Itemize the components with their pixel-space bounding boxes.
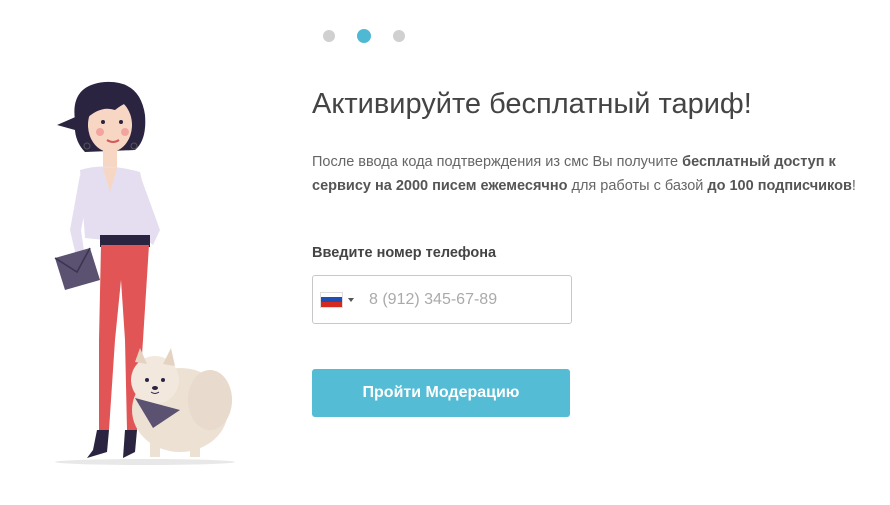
description-part-2: для работы с базой	[567, 178, 708, 194]
russia-flag-icon	[321, 292, 342, 307]
description-part-3: !	[851, 178, 856, 194]
submit-moderation-button[interactable]: Пройти Модерацию	[312, 369, 570, 417]
phone-field	[312, 275, 572, 324]
woman-with-dog-illustration	[54, 81, 235, 465]
description-bold-2: до 100 подписчиков	[707, 178, 852, 194]
description-part-1: После ввода кода подтверждения из смс Вы…	[312, 154, 683, 170]
description-text: После ввода кода подтверждения из смс Вы…	[312, 150, 860, 198]
carousel-pagination	[323, 29, 405, 43]
pagination-dot-1[interactable]	[323, 30, 335, 42]
pagination-dot-2[interactable]	[357, 29, 371, 43]
page-title: Активируйте бесплатный тариф!	[312, 88, 752, 120]
activation-screen: Активируйте бесплатный тариф! После ввод…	[0, 0, 890, 505]
caret-down-icon	[348, 297, 354, 302]
pagination-dot-3[interactable]	[393, 30, 405, 42]
country-selector[interactable]	[313, 276, 359, 323]
phone-input[interactable]	[359, 289, 571, 310]
phone-label: Введите номер телефона	[312, 245, 497, 261]
